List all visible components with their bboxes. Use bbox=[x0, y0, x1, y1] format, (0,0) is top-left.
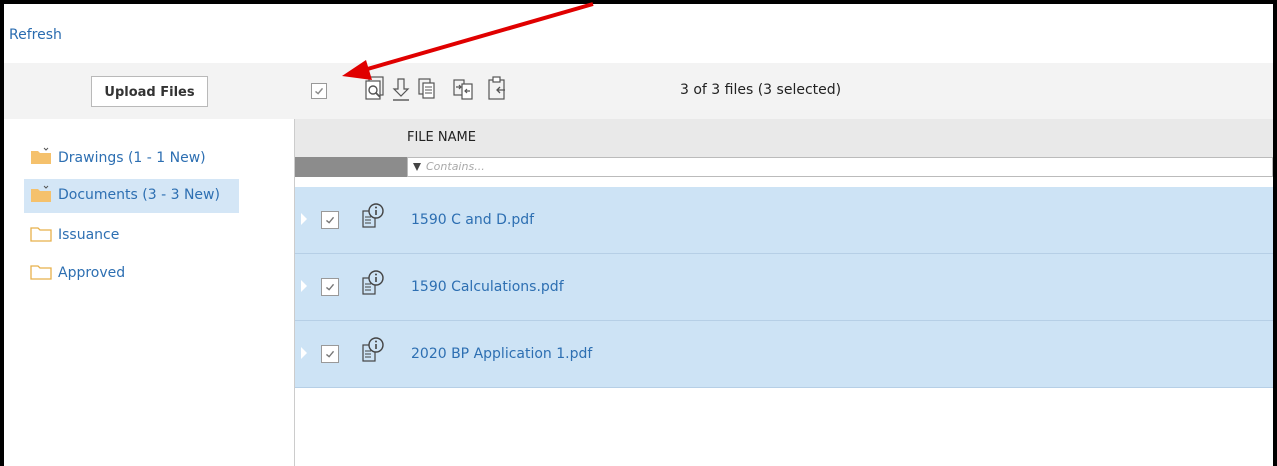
table-row[interactable]: 2020 BP Application 1.pdf bbox=[295, 321, 1273, 388]
open-folder-icon bbox=[31, 185, 51, 202]
table-row[interactable]: 1590 C and D.pdf bbox=[295, 187, 1273, 254]
row-checkbox[interactable] bbox=[321, 345, 339, 363]
file-name[interactable]: 1590 Calculations.pdf bbox=[411, 279, 564, 295]
sidebar-item-approved[interactable]: Approved bbox=[24, 256, 239, 290]
table-row[interactable]: 1590 Calculations.pdf bbox=[295, 254, 1273, 321]
document-info-icon[interactable] bbox=[361, 337, 387, 365]
refresh-link[interactable]: Refresh bbox=[9, 27, 62, 43]
copy-icon[interactable] bbox=[416, 75, 438, 103]
file-name-filter-input[interactable] bbox=[426, 160, 826, 173]
upload-files-button[interactable]: Upload Files bbox=[91, 76, 208, 107]
sidebar-item-documents[interactable]: Documents (3 - 3 New) bbox=[24, 179, 239, 213]
checkmark-icon bbox=[325, 283, 335, 291]
grid-header: FILE NAME bbox=[295, 119, 1273, 157]
filter-field[interactable] bbox=[407, 157, 1273, 177]
sidebar-item-label: Approved bbox=[58, 265, 126, 281]
checkmark-icon bbox=[325, 216, 335, 224]
file-grid: FILE NAME Contains... 1590 C and D.pdf 1… bbox=[295, 119, 1273, 466]
sidebar-item-label: Documents (3 - 3 New) bbox=[58, 187, 220, 203]
document-info-icon[interactable] bbox=[361, 203, 387, 231]
expand-arrow-icon[interactable] bbox=[301, 213, 307, 225]
filter-row bbox=[295, 157, 1273, 177]
select-all-checkbox[interactable] bbox=[311, 83, 327, 99]
column-header-file-name[interactable]: FILE NAME bbox=[407, 130, 476, 145]
sidebar-item-issuance[interactable]: Issuance bbox=[24, 217, 239, 251]
open-folder-icon bbox=[31, 147, 51, 164]
sidebar-item-label: Issuance bbox=[58, 227, 120, 243]
checkmark-icon bbox=[315, 87, 324, 95]
app-frame: Refresh Upload Files 3 of 3 files (3 sel… bbox=[4, 4, 1273, 466]
clipboard-icon[interactable] bbox=[486, 75, 508, 103]
folder-icon bbox=[30, 265, 52, 280]
folder-icon bbox=[30, 227, 52, 242]
expand-arrow-icon[interactable] bbox=[301, 347, 307, 359]
row-checkbox[interactable] bbox=[321, 278, 339, 296]
expand-arrow-icon[interactable] bbox=[301, 280, 307, 292]
sidebar-item-label: Drawings (1 - 1 New) bbox=[58, 150, 206, 166]
preview-icon[interactable] bbox=[364, 75, 386, 103]
toolbar: Upload Files 3 of 3 files (3 selected) bbox=[4, 63, 1273, 119]
folder-sidebar: Drawings (1 - 1 New) Documents (3 - 3 Ne… bbox=[4, 119, 295, 466]
file-count-status: 3 of 3 files (3 selected) bbox=[680, 82, 842, 98]
document-info-icon[interactable] bbox=[361, 270, 387, 298]
file-name[interactable]: 2020 BP Application 1.pdf bbox=[411, 346, 592, 362]
row-checkbox[interactable] bbox=[321, 211, 339, 229]
filter-spacer bbox=[295, 157, 407, 177]
move-icon[interactable] bbox=[452, 75, 474, 103]
sidebar-item-drawings[interactable]: Drawings (1 - 1 New) bbox=[24, 140, 239, 174]
download-icon[interactable] bbox=[390, 75, 412, 103]
file-name[interactable]: 1590 C and D.pdf bbox=[411, 212, 534, 228]
filter-icon[interactable] bbox=[413, 163, 421, 171]
checkmark-icon bbox=[325, 350, 335, 358]
